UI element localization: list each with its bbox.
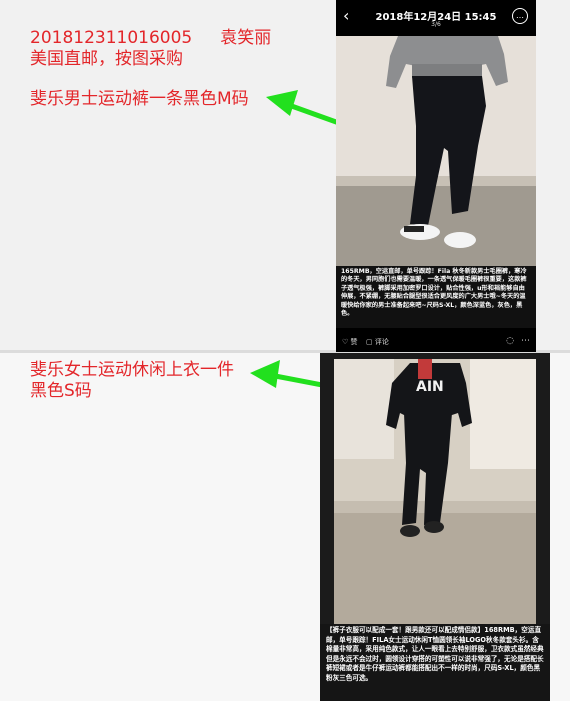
shipping-note: 美国直邮，按图采购: [30, 49, 183, 69]
order-line: 201812311016005 袁笑丽: [30, 28, 271, 49]
like-button[interactable]: ♡ 赞: [342, 337, 358, 347]
like-label: 赞: [350, 338, 358, 346]
item-2-text-line2: 黑色S码: [30, 381, 92, 401]
more-options-icon[interactable]: ⋯: [521, 336, 530, 346]
phone-screenshot: ‹ 2018年12月24日 15:45 3/6 … 165RMB，空运直邮，单号…: [336, 0, 536, 352]
mirror-caption: 【裤子衣服可以配成一套！跟男款还可以配成情侣款】168RMB，空运直邮，单号跟踪…: [320, 624, 550, 701]
item-2-text: 斐乐女士运动休闲上衣一件: [30, 360, 234, 380]
item-1-text: 斐乐男士运动裤一条黑色M码: [30, 89, 249, 109]
comment-label: 评论: [374, 338, 389, 346]
page-indicator: 3/6: [431, 21, 441, 28]
order-id: 201812311016005: [30, 28, 193, 48]
shirt-logo-text: AIN: [416, 379, 444, 395]
more-icon[interactable]: …: [512, 8, 528, 24]
product-caption: 165RMB，空运直邮，单号跟踪！Fila 秋冬新款男士毛圈裤，寒冷的冬天，男同…: [336, 266, 536, 328]
comment-icon[interactable]: ◌: [506, 336, 514, 346]
comment-button[interactable]: ▢ 评论: [366, 337, 389, 347]
product-photo: [336, 36, 536, 266]
phone-nav-bar: ‹ 2018年12月24日 15:45 3/6 …: [336, 4, 536, 32]
order-name: 袁笑丽: [220, 28, 272, 48]
action-bar: ♡ 赞 ▢ 评论 ◌ ⋯: [336, 332, 536, 352]
